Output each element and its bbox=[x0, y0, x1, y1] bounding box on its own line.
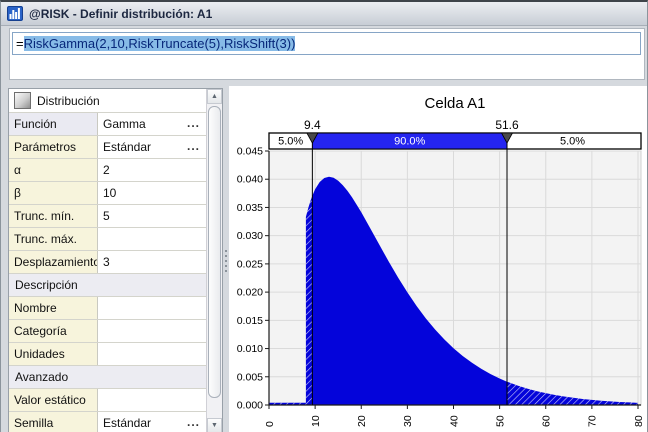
param-label: α bbox=[9, 159, 98, 181]
delimiter-marker-left-label: 9.4 bbox=[304, 118, 321, 132]
row-descripci-n: Descripción bbox=[9, 274, 206, 297]
param-label: Unidades bbox=[9, 343, 98, 365]
y-tick-label: 0.020 bbox=[237, 287, 263, 299]
distribution-color-swatch bbox=[14, 92, 31, 109]
param-value[interactable]: 10 bbox=[98, 182, 206, 204]
distribution-properties-panel: Distribución FunciónGamma...ParámetrosEs… bbox=[8, 88, 223, 432]
row-semilla: SemillaEstándar... bbox=[9, 412, 206, 432]
y-tick-label: 0.005 bbox=[237, 371, 263, 383]
param-label: β bbox=[9, 182, 98, 204]
row-avanzado: Avanzado bbox=[9, 366, 206, 389]
chart-panel: 0.045 0.040 0.035 0.030 0.025 0.020 0.015 0.010… bbox=[229, 86, 648, 432]
x-tick-label: 0 bbox=[264, 421, 276, 427]
param-label: Semilla bbox=[9, 412, 98, 432]
x-tick-label: 80 bbox=[633, 415, 645, 427]
x-tick-label: 10 bbox=[310, 415, 322, 427]
row-desplazamiento: Desplazamiento3 bbox=[9, 251, 206, 274]
title-bar: @RISK - Definir distribución: A1 bbox=[1, 2, 647, 26]
band-label-2: 5.0% bbox=[560, 136, 585, 148]
x-tick-label: 40 bbox=[448, 415, 460, 427]
param-value[interactable] bbox=[98, 389, 206, 411]
row-trunc-m-n-: Trunc. mín.5 bbox=[9, 205, 206, 228]
y-tick-label: 0.040 bbox=[237, 174, 263, 186]
y-tick-label: 0.010 bbox=[237, 343, 263, 355]
hatch-left-tail bbox=[306, 196, 313, 405]
risk-define-distribution-window: @RISK - Definir distribución: A1 =RiskGa… bbox=[0, 0, 648, 432]
formula-input[interactable]: =RiskGamma(2,10,RiskTruncate(5),RiskShif… bbox=[12, 32, 641, 55]
param-value[interactable] bbox=[98, 297, 206, 319]
distribution-chart: 0.045 0.040 0.035 0.030 0.025 0.020 0.015 0.010… bbox=[229, 86, 648, 432]
ellipsis-button[interactable]: ... bbox=[187, 139, 200, 153]
row--: β10 bbox=[9, 182, 206, 205]
y-tick-label: 0.025 bbox=[237, 258, 263, 270]
band-label-0: 5.0% bbox=[278, 136, 303, 148]
row-categor-a: Categoría bbox=[9, 320, 206, 343]
param-value[interactable] bbox=[98, 343, 206, 365]
formula-selected-text: RiskGamma(2,10,RiskTruncate(5),RiskShift… bbox=[24, 36, 296, 51]
panel-header-row: Distribución bbox=[9, 89, 206, 113]
param-label: Trunc. máx. bbox=[9, 228, 98, 250]
scroll-up-button[interactable]: ▲ bbox=[207, 89, 222, 104]
row-nombre: Nombre bbox=[9, 297, 206, 320]
x-tick-label: 20 bbox=[356, 415, 368, 427]
risk-app-icon bbox=[7, 6, 23, 21]
x-tick-label: 70 bbox=[587, 415, 599, 427]
param-label: Parámetros bbox=[9, 136, 98, 158]
section-label: Avanzado bbox=[15, 370, 68, 384]
param-value[interactable]: 5 bbox=[98, 205, 206, 227]
row-par-metros: ParámetrosEstándar... bbox=[9, 136, 206, 159]
param-label: Trunc. mín. bbox=[9, 205, 98, 227]
param-label: Valor estático bbox=[9, 389, 98, 411]
row-trunc-m-x-: Trunc. máx. bbox=[9, 228, 206, 251]
y-tick-label: 0.045 bbox=[237, 146, 263, 158]
section-label: Descripción bbox=[15, 278, 78, 292]
ellipsis-button[interactable]: ... bbox=[187, 415, 200, 429]
param-label: Nombre bbox=[9, 297, 98, 319]
param-value[interactable] bbox=[98, 228, 206, 250]
y-tick-label: 0.035 bbox=[237, 202, 263, 214]
row--: α2 bbox=[9, 159, 206, 182]
chart-title: Celda A1 bbox=[425, 95, 486, 112]
panel-rows: Distribución FunciónGamma...ParámetrosEs… bbox=[9, 89, 206, 432]
x-tick-label: 50 bbox=[494, 415, 506, 427]
formula-bar-container: =RiskGamma(2,10,RiskTruncate(5),RiskShif… bbox=[9, 28, 645, 80]
x-tick-label: 30 bbox=[402, 415, 414, 427]
x-tick-label: 60 bbox=[541, 415, 553, 427]
row-valor-est-tico: Valor estático bbox=[9, 389, 206, 412]
y-tick-label: 0.015 bbox=[237, 315, 263, 327]
param-value[interactable]: 2 bbox=[98, 159, 206, 181]
param-label: Función bbox=[9, 113, 98, 135]
param-label: Desplazamiento bbox=[9, 251, 98, 273]
formula-prefix: = bbox=[16, 36, 24, 51]
scroll-down-button[interactable]: ▼ bbox=[207, 418, 222, 432]
scrollbar-thumb[interactable] bbox=[208, 106, 221, 398]
ellipsis-button[interactable]: ... bbox=[187, 116, 200, 130]
param-label: Categoría bbox=[9, 320, 98, 342]
row-unidades: Unidades bbox=[9, 343, 206, 366]
row-funci-n: FunciónGamma... bbox=[9, 113, 206, 136]
panel-header-label: Distribución bbox=[37, 94, 100, 108]
delimiter-marker-right-label: 51.6 bbox=[495, 118, 519, 132]
param-value[interactable]: 3 bbox=[98, 251, 206, 273]
param-value[interactable] bbox=[98, 320, 206, 342]
y-tick-label: 0.000 bbox=[237, 400, 263, 412]
band-label-1: 90.0% bbox=[394, 136, 425, 148]
panel-scrollbar[interactable]: ▲ ▼ bbox=[206, 89, 222, 432]
window-title: @RISK - Definir distribución: A1 bbox=[29, 7, 212, 21]
y-tick-label: 0.030 bbox=[237, 230, 263, 242]
